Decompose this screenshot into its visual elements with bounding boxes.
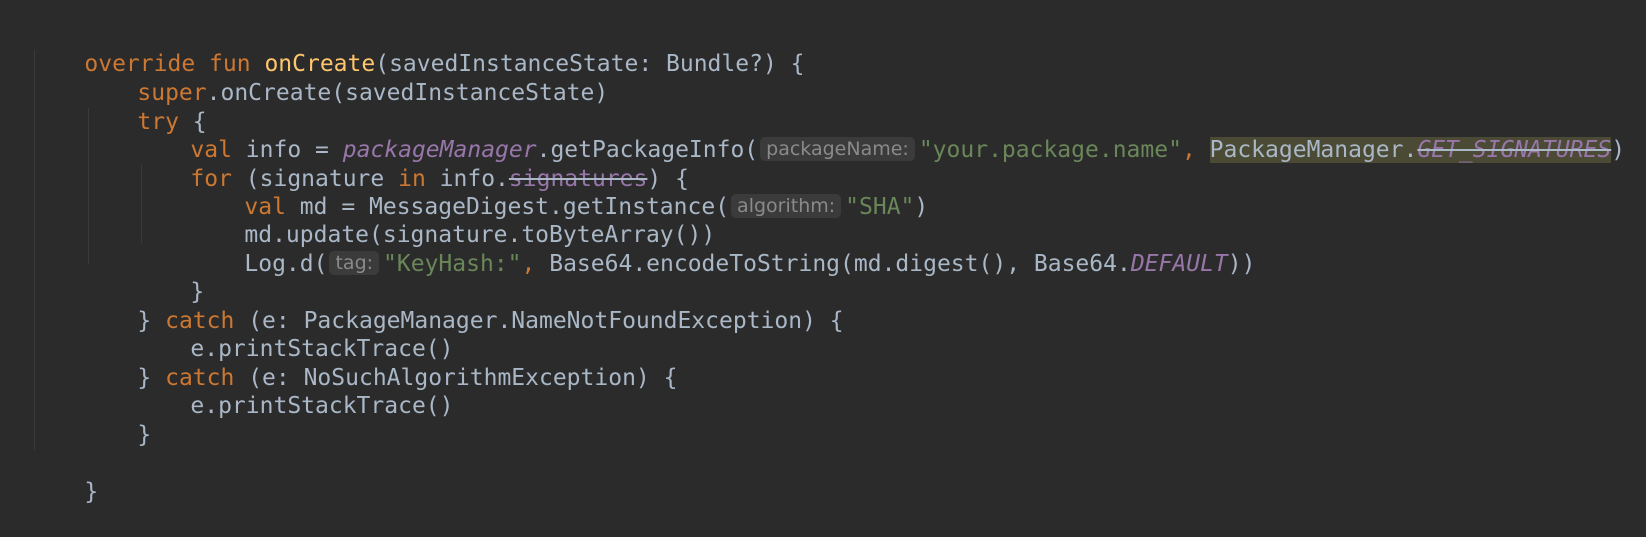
code-line-2: super.onCreate(savedInstanceState) (82, 48, 608, 106)
keyhash-string: "KeyHash:" (383, 251, 522, 277)
deprecated-usage-highlight: PackageManager.GET_SIGNATURES (1209, 137, 1612, 163)
code-line-3: try { (82, 77, 206, 135)
close-parens: )) (1227, 251, 1256, 277)
package-name-string: "your.package.name" (918, 137, 1182, 163)
close-paren: ) (1611, 137, 1626, 163)
package-manager-class: PackageManager. (1209, 137, 1418, 163)
code-line-6: val md = MessageDigest.getInstance(algor… (189, 162, 928, 220)
argument-separator: , (1181, 137, 1210, 163)
close-brace: } (84, 479, 99, 505)
close-brace: } (137, 422, 152, 448)
code-line-12: } catch (e: NoSuchAlgorithmException) { (82, 333, 677, 391)
indent-guide-level-0 (34, 50, 35, 450)
print-stack-trace-call: e.printStackTrace() (190, 393, 454, 419)
code-line-13: e.printStackTrace() (135, 361, 453, 419)
inlay-hint-tag: tag: (329, 251, 380, 275)
code-line-10: } catch (e: PackageManager.NameNotFoundE… (82, 276, 843, 334)
sha-string: "SHA" (845, 194, 915, 220)
log-d-call: Log.d( (244, 251, 328, 277)
close-paren: ) (914, 194, 929, 220)
code-editor[interactable]: override fun onCreate(savedInstanceState… (0, 0, 1646, 522)
super-call: .onCreate(savedInstanceState) (206, 80, 609, 106)
default-constant: DEFAULT (1130, 251, 1228, 277)
argument-separator: , (521, 251, 550, 277)
code-line-14: } (82, 390, 151, 448)
code-line-11: e.printStackTrace() (135, 304, 453, 362)
code-line-4: val info = packageManager.getPackageInfo… (135, 105, 1625, 163)
code-line-5: for (signature in info.signatures) { (135, 134, 689, 192)
inlay-hint-algorithm: algorithm: (731, 194, 842, 218)
get-signatures-constant: GET_SIGNATURES (1417, 137, 1612, 163)
code-line-8: Log.d(tag: "KeyHash:", Base64.encodeToStr… (189, 219, 1255, 277)
encode-to-string-call: Base64.encodeToString(md.digest(), Base6… (549, 251, 1131, 277)
code-line-9: } (135, 247, 204, 305)
code-line-7: md.update(signature.toByteArray()) (189, 190, 715, 248)
code-line-16: } (29, 447, 98, 505)
code-line-1: override fun onCreate(savedInstanceState… (29, 19, 804, 77)
inlay-hint-package-name: packageName: (760, 137, 915, 161)
